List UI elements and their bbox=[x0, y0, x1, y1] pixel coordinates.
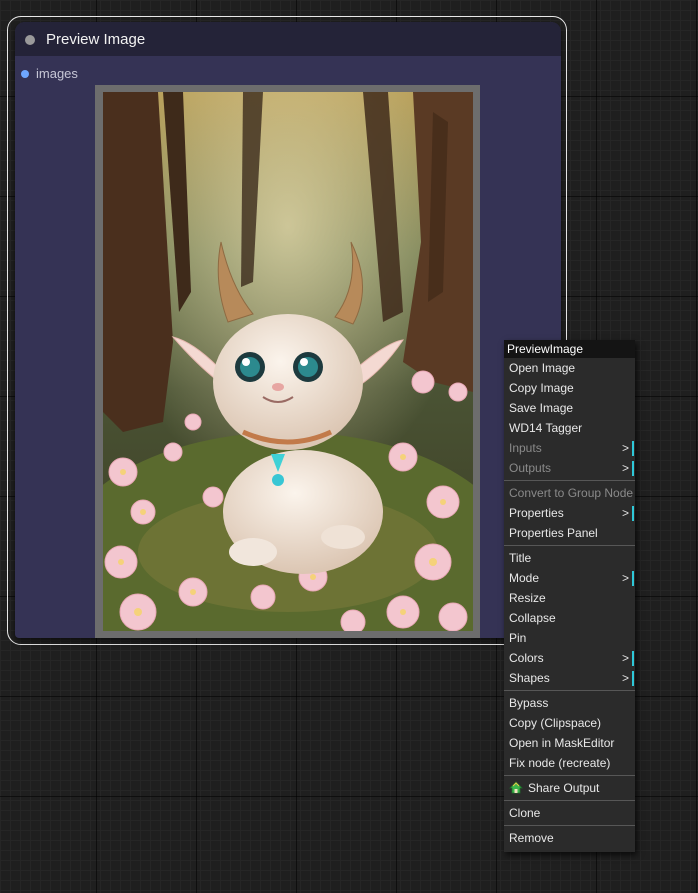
menu-item-label: Collapse bbox=[509, 611, 556, 625]
menu-item-remove[interactable]: Remove bbox=[504, 828, 635, 848]
menu-item-label: Open Image bbox=[509, 361, 576, 375]
node-collapse-dot[interactable] bbox=[25, 34, 35, 45]
menu-item-label: Copy (Clipspace) bbox=[509, 716, 602, 730]
menu-item-wd14-tagger[interactable]: WD14 Tagger bbox=[504, 418, 635, 438]
submenu-arrow-icon: > bbox=[622, 668, 635, 688]
menu-item-label: Fix node (recreate) bbox=[509, 756, 611, 770]
menu-item-title[interactable]: Title bbox=[504, 548, 635, 568]
menu-item-label: Shapes bbox=[509, 671, 550, 685]
menu-item-label: Convert to Group Node bbox=[509, 486, 634, 500]
preview-image-node[interactable]: Preview Image images bbox=[15, 22, 561, 638]
menu-item-share-output[interactable]: Share Output bbox=[504, 778, 635, 798]
menu-item-label: Properties bbox=[509, 506, 564, 520]
menu-item-collapse[interactable]: Collapse bbox=[504, 608, 635, 628]
preview-image-frame[interactable] bbox=[95, 85, 480, 638]
menu-item-label: WD14 Tagger bbox=[509, 421, 583, 435]
share-house-icon bbox=[509, 781, 523, 794]
context-menu: PreviewImage Open Image Copy Image Save Im… bbox=[504, 340, 635, 852]
input-slot-images[interactable]: images bbox=[21, 66, 78, 81]
menu-item-copy-image[interactable]: Copy Image bbox=[504, 378, 635, 398]
input-slot-label: images bbox=[36, 66, 78, 81]
menu-item-colors[interactable]: Colors > bbox=[504, 648, 635, 668]
menu-item-copy-clipspace[interactable]: Copy (Clipspace) bbox=[504, 713, 635, 733]
menu-item-label: Copy Image bbox=[509, 381, 574, 395]
menu-separator bbox=[504, 775, 635, 776]
menu-item-label: Bypass bbox=[509, 696, 549, 710]
context-menu-body: Open Image Copy Image Save Image WD14 Tagge… bbox=[504, 358, 635, 848]
menu-separator bbox=[504, 690, 635, 691]
node-title: Preview Image bbox=[46, 30, 146, 48]
preview-image bbox=[103, 92, 473, 631]
menu-item-properties[interactable]: Properties > bbox=[504, 503, 635, 523]
menu-item-label: Pin bbox=[509, 631, 527, 645]
menu-item-label: Clone bbox=[509, 806, 541, 820]
submenu-arrow-icon: > bbox=[622, 503, 635, 523]
menu-item-open-image[interactable]: Open Image bbox=[504, 358, 635, 378]
menu-item-properties-panel[interactable]: Properties Panel bbox=[504, 523, 635, 543]
menu-item-label: Outputs bbox=[509, 461, 552, 475]
menu-item-resize[interactable]: Resize bbox=[504, 588, 635, 608]
menu-separator bbox=[504, 480, 635, 481]
menu-item-label: Mode bbox=[509, 571, 540, 585]
submenu-arrow-icon: > bbox=[622, 568, 635, 588]
menu-item-label: Share Output bbox=[528, 781, 600, 795]
node-title-bar[interactable]: Preview Image bbox=[15, 22, 561, 56]
menu-item-inputs: Inputs > bbox=[504, 438, 635, 458]
menu-item-label: Colors bbox=[509, 651, 544, 665]
menu-item-shapes[interactable]: Shapes > bbox=[504, 668, 635, 688]
menu-item-open-in-maskeditor[interactable]: Open in MaskEditor bbox=[504, 733, 635, 753]
menu-item-fix-node-recreate[interactable]: Fix node (recreate) bbox=[504, 753, 635, 773]
menu-item-label: Properties Panel bbox=[509, 526, 598, 540]
submenu-arrow-icon: > bbox=[622, 438, 635, 458]
menu-separator bbox=[504, 800, 635, 801]
submenu-arrow-icon: > bbox=[622, 648, 635, 668]
menu-item-clone[interactable]: Clone bbox=[504, 803, 635, 823]
menu-item-label: Remove bbox=[509, 831, 554, 845]
menu-item-label: Open in MaskEditor bbox=[509, 736, 615, 750]
input-slot-dot[interactable] bbox=[21, 69, 29, 78]
menu-item-label: Inputs bbox=[509, 441, 542, 455]
menu-item-label: Title bbox=[509, 551, 532, 565]
menu-item-save-image[interactable]: Save Image bbox=[504, 398, 635, 418]
menu-item-pin[interactable]: Pin bbox=[504, 628, 635, 648]
menu-item-mode[interactable]: Mode > bbox=[504, 568, 635, 588]
menu-item-bypass[interactable]: Bypass bbox=[504, 693, 635, 713]
menu-item-label: Save Image bbox=[509, 401, 574, 415]
menu-item-outputs: Outputs > bbox=[504, 458, 635, 478]
menu-item-label: Resize bbox=[509, 591, 546, 605]
submenu-arrow-icon: > bbox=[622, 458, 635, 478]
menu-separator bbox=[504, 825, 635, 826]
menu-separator bbox=[504, 545, 635, 546]
context-menu-title: PreviewImage bbox=[504, 340, 635, 358]
menu-item-convert-to-group-node: Convert to Group Node bbox=[504, 483, 635, 503]
